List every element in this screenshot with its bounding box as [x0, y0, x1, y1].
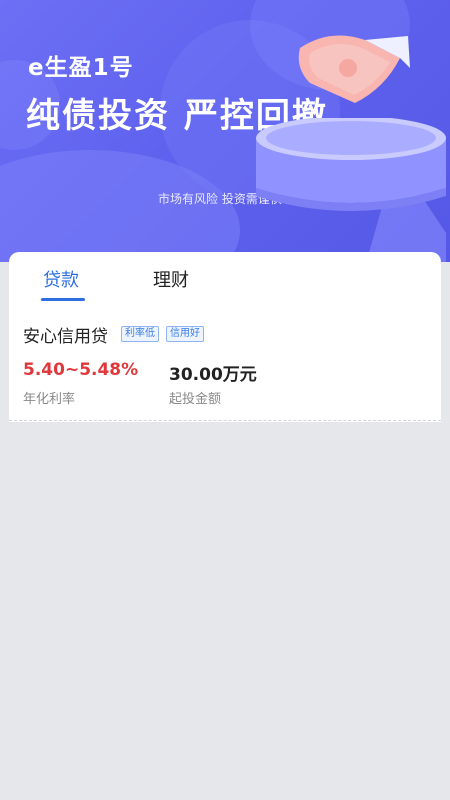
product-name[interactable]: 安心信用贷: [23, 322, 108, 347]
product-tag-good-credit: 信用好: [166, 326, 204, 342]
tab-loan[interactable]: 贷款: [43, 266, 79, 292]
banner-brand: e生盈1号: [28, 55, 134, 81]
dashed-divider: [9, 420, 441, 421]
money-bill-icon: [298, 35, 410, 103]
active-tab-indicator: [41, 298, 85, 301]
podium-icon: [256, 118, 446, 262]
tab-bar: 贷款 理财: [9, 252, 441, 302]
annual-rate-value: 5.40~5.48%: [23, 360, 139, 380]
tab-wealth-management[interactable]: 理财: [153, 266, 189, 292]
promo-banner[interactable]: e生盈1号 纯债投资 严控回撤 市场有风险 投资需谨慎: [0, 0, 450, 262]
min-amount-value: 30.00万元: [169, 365, 257, 385]
product-card: 贷款 理财 安心信用贷 利率低 信用好 5.40~5.48% 年化利率 30.0…: [9, 252, 441, 422]
min-amount-label: 起投金额: [169, 392, 222, 407]
annual-rate-label: 年化利率: [23, 392, 76, 407]
product-tag-low-rate: 利率低: [121, 326, 159, 342]
